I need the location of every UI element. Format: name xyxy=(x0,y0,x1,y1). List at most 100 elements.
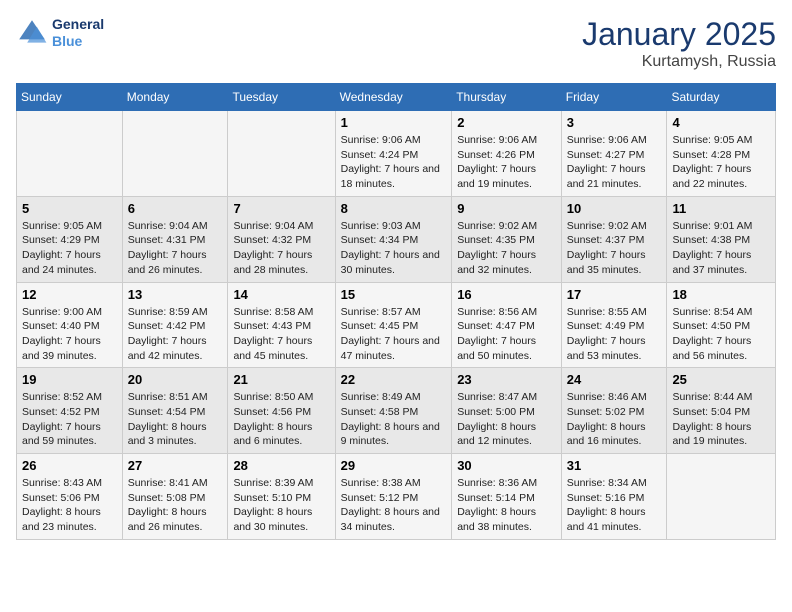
day-info: Sunrise: 8:50 AMSunset: 4:56 PMDaylight:… xyxy=(233,390,329,449)
calendar-week-row: 5 Sunrise: 9:05 AMSunset: 4:29 PMDayligh… xyxy=(17,196,776,282)
calendar-cell: 27 Sunrise: 8:41 AMSunset: 5:08 PMDaylig… xyxy=(122,454,228,540)
title-block: January 2025 Kurtamysh, Russia xyxy=(582,16,776,71)
weekday-header: Wednesday xyxy=(335,84,452,111)
month-title: January 2025 xyxy=(582,16,776,53)
day-info: Sunrise: 8:44 AMSunset: 5:04 PMDaylight:… xyxy=(672,390,770,449)
calendar-cell: 28 Sunrise: 8:39 AMSunset: 5:10 PMDaylig… xyxy=(228,454,335,540)
day-info: Sunrise: 8:52 AMSunset: 4:52 PMDaylight:… xyxy=(22,390,117,449)
day-info: Sunrise: 8:57 AMSunset: 4:45 PMDaylight:… xyxy=(341,305,447,364)
day-number: 6 xyxy=(128,201,223,216)
logo-line1: General xyxy=(52,16,104,33)
day-number: 1 xyxy=(341,115,447,130)
calendar-cell: 25 Sunrise: 8:44 AMSunset: 5:04 PMDaylig… xyxy=(667,368,776,454)
calendar-cell: 2 Sunrise: 9:06 AMSunset: 4:26 PMDayligh… xyxy=(452,111,562,197)
day-number: 22 xyxy=(341,372,447,387)
calendar-cell: 31 Sunrise: 8:34 AMSunset: 5:16 PMDaylig… xyxy=(561,454,667,540)
calendar-cell: 23 Sunrise: 8:47 AMSunset: 5:00 PMDaylig… xyxy=(452,368,562,454)
logo-icon xyxy=(16,17,48,49)
day-info: Sunrise: 8:36 AMSunset: 5:14 PMDaylight:… xyxy=(457,476,556,535)
day-info: Sunrise: 9:06 AMSunset: 4:26 PMDaylight:… xyxy=(457,133,556,192)
day-number: 2 xyxy=(457,115,556,130)
day-info: Sunrise: 8:59 AMSunset: 4:42 PMDaylight:… xyxy=(128,305,223,364)
calendar-cell: 19 Sunrise: 8:52 AMSunset: 4:52 PMDaylig… xyxy=(17,368,123,454)
calendar-cell xyxy=(667,454,776,540)
day-info: Sunrise: 9:06 AMSunset: 4:24 PMDaylight:… xyxy=(341,133,447,192)
calendar-cell: 22 Sunrise: 8:49 AMSunset: 4:58 PMDaylig… xyxy=(335,368,452,454)
day-info: Sunrise: 8:58 AMSunset: 4:43 PMDaylight:… xyxy=(233,305,329,364)
day-number: 27 xyxy=(128,458,223,473)
logo: General Blue xyxy=(16,16,104,50)
day-info: Sunrise: 9:06 AMSunset: 4:27 PMDaylight:… xyxy=(567,133,662,192)
day-number: 25 xyxy=(672,372,770,387)
calendar-week-row: 19 Sunrise: 8:52 AMSunset: 4:52 PMDaylig… xyxy=(17,368,776,454)
day-number: 29 xyxy=(341,458,447,473)
day-number: 18 xyxy=(672,287,770,302)
calendar-cell: 26 Sunrise: 8:43 AMSunset: 5:06 PMDaylig… xyxy=(17,454,123,540)
calendar-week-row: 26 Sunrise: 8:43 AMSunset: 5:06 PMDaylig… xyxy=(17,454,776,540)
day-number: 5 xyxy=(22,201,117,216)
day-number: 13 xyxy=(128,287,223,302)
day-info: Sunrise: 9:05 AMSunset: 4:28 PMDaylight:… xyxy=(672,133,770,192)
calendar-cell: 9 Sunrise: 9:02 AMSunset: 4:35 PMDayligh… xyxy=(452,196,562,282)
day-info: Sunrise: 8:46 AMSunset: 5:02 PMDaylight:… xyxy=(567,390,662,449)
day-number: 28 xyxy=(233,458,329,473)
day-number: 12 xyxy=(22,287,117,302)
calendar-cell: 14 Sunrise: 8:58 AMSunset: 4:43 PMDaylig… xyxy=(228,282,335,368)
calendar-cell: 6 Sunrise: 9:04 AMSunset: 4:31 PMDayligh… xyxy=(122,196,228,282)
day-info: Sunrise: 9:05 AMSunset: 4:29 PMDaylight:… xyxy=(22,219,117,278)
day-info: Sunrise: 8:54 AMSunset: 4:50 PMDaylight:… xyxy=(672,305,770,364)
logo-line2: Blue xyxy=(52,33,104,50)
day-info: Sunrise: 8:55 AMSunset: 4:49 PMDaylight:… xyxy=(567,305,662,364)
calendar-week-row: 1 Sunrise: 9:06 AMSunset: 4:24 PMDayligh… xyxy=(17,111,776,197)
calendar-cell xyxy=(17,111,123,197)
weekday-header: Thursday xyxy=(452,84,562,111)
day-number: 10 xyxy=(567,201,662,216)
day-info: Sunrise: 8:56 AMSunset: 4:47 PMDaylight:… xyxy=(457,305,556,364)
day-number: 8 xyxy=(341,201,447,216)
calendar-cell: 15 Sunrise: 8:57 AMSunset: 4:45 PMDaylig… xyxy=(335,282,452,368)
day-number: 26 xyxy=(22,458,117,473)
day-number: 9 xyxy=(457,201,556,216)
day-info: Sunrise: 8:38 AMSunset: 5:12 PMDaylight:… xyxy=(341,476,447,535)
calendar-week-row: 12 Sunrise: 9:00 AMSunset: 4:40 PMDaylig… xyxy=(17,282,776,368)
weekday-header: Sunday xyxy=(17,84,123,111)
calendar-cell: 8 Sunrise: 9:03 AMSunset: 4:34 PMDayligh… xyxy=(335,196,452,282)
day-number: 17 xyxy=(567,287,662,302)
weekday-header: Tuesday xyxy=(228,84,335,111)
calendar-cell: 21 Sunrise: 8:50 AMSunset: 4:56 PMDaylig… xyxy=(228,368,335,454)
day-number: 4 xyxy=(672,115,770,130)
calendar-cell: 24 Sunrise: 8:46 AMSunset: 5:02 PMDaylig… xyxy=(561,368,667,454)
day-info: Sunrise: 8:51 AMSunset: 4:54 PMDaylight:… xyxy=(128,390,223,449)
calendar-cell: 1 Sunrise: 9:06 AMSunset: 4:24 PMDayligh… xyxy=(335,111,452,197)
day-number: 30 xyxy=(457,458,556,473)
day-info: Sunrise: 9:04 AMSunset: 4:32 PMDaylight:… xyxy=(233,219,329,278)
day-info: Sunrise: 9:02 AMSunset: 4:37 PMDaylight:… xyxy=(567,219,662,278)
day-info: Sunrise: 8:34 AMSunset: 5:16 PMDaylight:… xyxy=(567,476,662,535)
day-info: Sunrise: 9:03 AMSunset: 4:34 PMDaylight:… xyxy=(341,219,447,278)
weekday-header: Monday xyxy=(122,84,228,111)
calendar-cell: 5 Sunrise: 9:05 AMSunset: 4:29 PMDayligh… xyxy=(17,196,123,282)
calendar-cell: 17 Sunrise: 8:55 AMSunset: 4:49 PMDaylig… xyxy=(561,282,667,368)
day-number: 19 xyxy=(22,372,117,387)
day-number: 21 xyxy=(233,372,329,387)
day-number: 31 xyxy=(567,458,662,473)
calendar-cell xyxy=(228,111,335,197)
calendar-cell: 10 Sunrise: 9:02 AMSunset: 4:37 PMDaylig… xyxy=(561,196,667,282)
calendar-table: SundayMondayTuesdayWednesdayThursdayFrid… xyxy=(16,83,776,540)
calendar-cell: 13 Sunrise: 8:59 AMSunset: 4:42 PMDaylig… xyxy=(122,282,228,368)
calendar-cell: 4 Sunrise: 9:05 AMSunset: 4:28 PMDayligh… xyxy=(667,111,776,197)
day-info: Sunrise: 8:47 AMSunset: 5:00 PMDaylight:… xyxy=(457,390,556,449)
location: Kurtamysh, Russia xyxy=(582,53,776,71)
calendar-cell: 11 Sunrise: 9:01 AMSunset: 4:38 PMDaylig… xyxy=(667,196,776,282)
day-info: Sunrise: 8:49 AMSunset: 4:58 PMDaylight:… xyxy=(341,390,447,449)
calendar-cell: 29 Sunrise: 8:38 AMSunset: 5:12 PMDaylig… xyxy=(335,454,452,540)
day-number: 16 xyxy=(457,287,556,302)
day-info: Sunrise: 9:04 AMSunset: 4:31 PMDaylight:… xyxy=(128,219,223,278)
page-header: General Blue January 2025 Kurtamysh, Rus… xyxy=(16,16,776,71)
calendar-cell: 30 Sunrise: 8:36 AMSunset: 5:14 PMDaylig… xyxy=(452,454,562,540)
day-number: 11 xyxy=(672,201,770,216)
day-number: 20 xyxy=(128,372,223,387)
day-number: 7 xyxy=(233,201,329,216)
weekday-header: Saturday xyxy=(667,84,776,111)
day-info: Sunrise: 9:00 AMSunset: 4:40 PMDaylight:… xyxy=(22,305,117,364)
